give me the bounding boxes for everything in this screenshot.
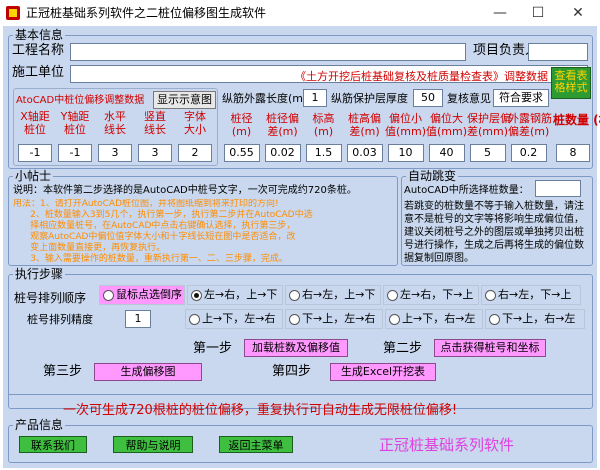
check-field-input-5[interactable]: 40	[428, 144, 465, 162]
autocad-field-input-2[interactable]: 3	[98, 144, 132, 162]
window-title: 正冠桩基础系列软件之二桩位偏移图生成软件	[26, 6, 267, 20]
title-bar: 正冠桩基础系列软件之二桩位偏移图生成软件 — ☐ ✕	[0, 0, 600, 26]
autocad-field-input-4[interactable]: 2	[178, 144, 212, 162]
check-field-input-6[interactable]: 5	[469, 144, 506, 162]
minimize-button[interactable]: —	[482, 2, 518, 24]
check-field-label-2: 标高 (m)	[312, 112, 335, 138]
step3-label: 第三步	[43, 364, 83, 379]
autocad-field-input-3[interactable]: 3	[138, 144, 172, 162]
app-icon	[6, 6, 20, 20]
radioRow2-option-0[interactable]: 上→下，左→右	[185, 309, 283, 329]
order-label: 桩号排列顺序	[14, 291, 87, 305]
back-main-menu-button[interactable]: 返回主菜单	[219, 436, 293, 453]
check-field-input-2[interactable]: 1.5	[305, 144, 342, 162]
manager-input[interactable]	[528, 43, 588, 61]
check-field-label-5: 偏位大 值(mm)	[426, 112, 468, 138]
check-field-label-4: 偏位小 值(mm)	[385, 112, 427, 138]
autocad-field-label-3: 竖直 线长	[144, 110, 166, 136]
pile-check-fields: 桩径 (m) 0.55 桩径偏 差(m) 0.02 标高 (m) 1.5 桩高偏 差(m) 0…	[221, 112, 552, 164]
load-piles-button[interactable]: 加载桩数及偏移值	[244, 339, 348, 357]
radioRow1-option-1[interactable]: 左→右，上→下	[187, 285, 283, 305]
radioRow1-option-2[interactable]: 右→左，上→下	[285, 285, 381, 305]
table-notice-label: 《土方开挖后桩基础复核及桩质量检查表》调整数据	[295, 70, 548, 83]
radioRow2-option-3[interactable]: 下→上，右→左	[485, 309, 585, 329]
selected-count-input[interactable]	[535, 180, 581, 197]
autocad-field-input-1[interactable]: -1	[58, 144, 92, 162]
check-field-label-6: 保护层偏 差(mm)	[467, 112, 511, 138]
rebar-cover-label: 纵筋保护层厚度	[331, 92, 408, 105]
maximize-button[interactable]: ☐	[520, 2, 556, 24]
rebar-length-input[interactable]: 1	[303, 89, 327, 107]
generate-excel-button[interactable]: 生成Excel开挖表	[330, 363, 436, 381]
product-legend: 产品信息	[13, 418, 66, 432]
opinion-label: 复核意见	[447, 92, 491, 105]
pile-count-label: 桩数量 (根)	[553, 113, 600, 127]
precision-input[interactable]: 1	[125, 310, 151, 328]
step1-label: 第一步	[193, 341, 233, 356]
precision-label: 桩号排列精度	[27, 313, 93, 326]
contact-us-button[interactable]: 联系我们	[19, 436, 87, 453]
check-field-label-0: 桩径 (m)	[230, 112, 253, 138]
autocad-field-label-1: Y轴距 桩位	[60, 110, 90, 136]
radioRow2-option-1[interactable]: 下→上，左→右	[285, 309, 383, 329]
step4-label: 第四步	[272, 364, 312, 379]
radioRow1-option-4[interactable]: 右→左，下→上	[481, 285, 581, 305]
basic-info-legend: 基本信息	[13, 28, 66, 42]
project-name-input[interactable]	[70, 43, 466, 61]
pile-count-input[interactable]: 8	[556, 144, 590, 162]
rebar-cover-input[interactable]: 50	[413, 89, 443, 107]
steps-legend: 执行步骤	[13, 267, 66, 281]
tips-description: 说明：本软件第二步选择的是AutoCAD中桩号文字，一次可完成约720条桩。	[13, 185, 357, 196]
project-name-label: 工程名称	[12, 43, 65, 58]
radioRow2-option-2[interactable]: 上→下，右→左	[385, 309, 483, 329]
close-button[interactable]: ✕	[560, 2, 596, 24]
view-table-style-button[interactable]: 查看表格样式	[551, 67, 591, 99]
opinion-input[interactable]: 符合要求	[493, 89, 549, 107]
radioRow1-option-0[interactable]: 鼠标点选倒序	[99, 285, 185, 305]
check-field-label-7: 外露钢筋 偏差(m)	[508, 112, 552, 138]
constructor-label: 施工单位	[12, 65, 65, 80]
check-field-label-3: 桩高偏 差(m)	[348, 112, 381, 138]
check-field-label-1: 桩径偏 差(m)	[266, 112, 299, 138]
step2-label: 第二步	[383, 341, 423, 356]
brand-label: 正冠桩基础系列软件	[379, 436, 515, 454]
autocad-field-label-0: X轴距 桩位	[20, 110, 50, 136]
radioRow1-option-3[interactable]: 左→右，下→上	[383, 285, 479, 305]
order-radio-row-1: 鼠标点选倒序 左→右，上→下 右→左，上→下 左→右，下→上 右→左，下→上	[99, 285, 593, 307]
rebar-length-label: 纵筋外露长度(m)	[222, 92, 308, 105]
tips-legend: 小帖士	[13, 169, 54, 183]
generate-offset-map-button[interactable]: 生成偏移图	[94, 363, 202, 381]
auto-jump-desc: 若跳变的桩数量不等于输入桩数量，请注意不是桩号的文字等将影响生成偏位值，建议关闭…	[404, 201, 584, 264]
autocad-adjust-title: AtoCAD中桩位偏移调整数据	[16, 95, 145, 106]
show-diagram-button[interactable]: 显示示意图	[153, 91, 216, 109]
check-field-input-1[interactable]: 0.02	[264, 144, 301, 162]
help-button[interactable]: 帮助与说明	[113, 436, 193, 453]
autocad-adjust-fields: X轴距 桩位 -1 Y轴距 桩位 -1 水平 线长 3 竖直 线长 3 字体 大小 2	[15, 110, 215, 164]
check-field-input-4[interactable]: 10	[387, 144, 424, 162]
slogan: 一次可生成720根桩的桩位偏移，重复执行可自动生成无限桩位偏移!	[63, 403, 458, 418]
tips-usage: 用法：1、请打开AutoCAD桩位图，并将图纸缩到将来打印的方向! 2、桩数量输…	[13, 199, 313, 264]
autocad-field-label-2: 水平 线长	[104, 110, 126, 136]
selected-count-label: AutoCAD中所选择桩数量：	[404, 185, 529, 196]
check-field-input-7[interactable]: 0.2	[510, 144, 547, 162]
steps-divider	[8, 394, 593, 398]
check-field-input-0[interactable]: 0.55	[223, 144, 260, 162]
check-field-input-3[interactable]: 0.03	[346, 144, 383, 162]
autocad-field-label-4: 字体 大小	[184, 110, 206, 136]
client-area: 基本信息 工程名称 项目负责人 施工单位 《土方开挖后桩基础复核及桩质量检查表》…	[3, 26, 600, 468]
autocad-field-input-0[interactable]: -1	[18, 144, 52, 162]
order-radio-row-2: 上→下，左→右 下→上，左→右 上→下，右→左 下→上，右→左	[185, 309, 593, 331]
auto-jump-legend: 自动跳变	[406, 169, 459, 183]
get-pile-coords-button[interactable]: 点击获得桩号和坐标	[434, 339, 546, 357]
